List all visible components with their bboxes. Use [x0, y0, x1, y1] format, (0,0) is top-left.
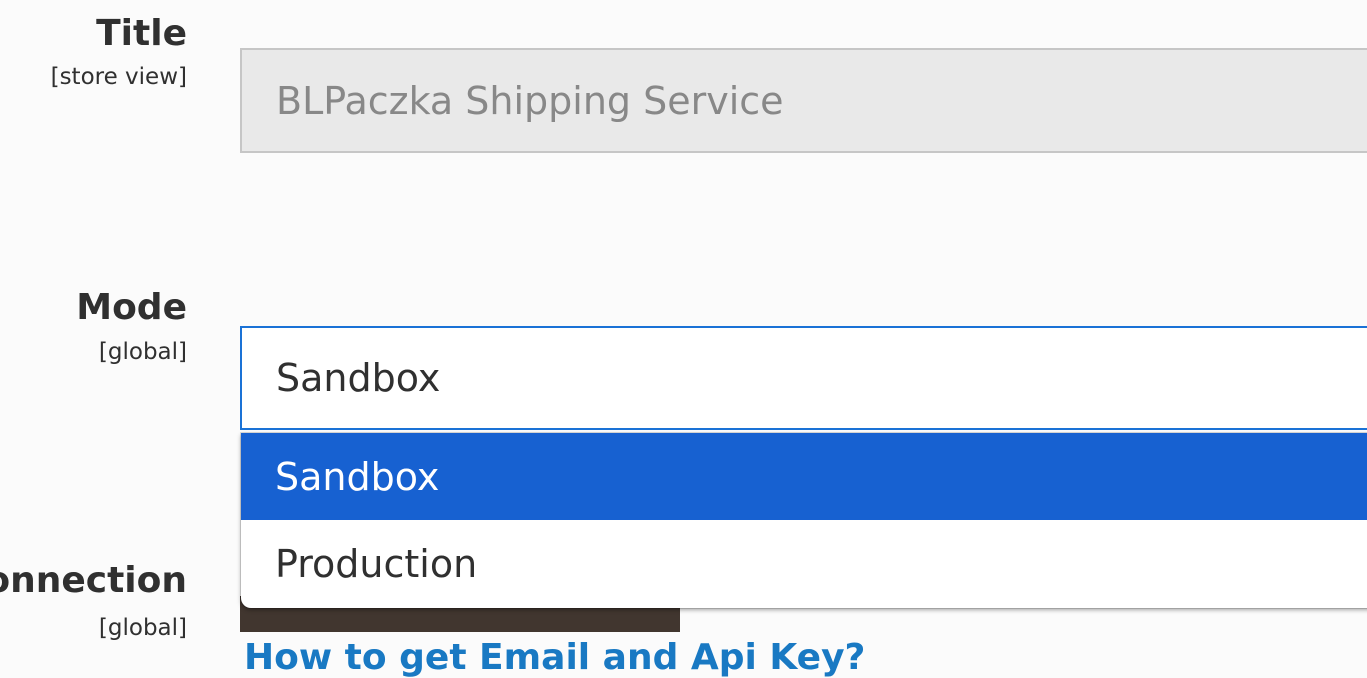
- mode-dropdown-list: Sandbox Production: [241, 433, 1367, 608]
- mode-field-label: Mode: [76, 287, 187, 328]
- mode-select[interactable]: Sandbox: [240, 326, 1367, 430]
- mode-option-production[interactable]: Production: [241, 520, 1367, 607]
- api-key-help-link[interactable]: How to get Email and Api Key?: [244, 640, 865, 676]
- title-field-scope: [store view]: [50, 64, 187, 90]
- mode-select-value: Sandbox: [276, 356, 441, 400]
- title-input[interactable]: BLPaczka Shipping Service: [240, 48, 1367, 153]
- title-field-label: Title: [96, 13, 187, 54]
- mode-field-scope: [global]: [98, 339, 187, 365]
- title-input-value: BLPaczka Shipping Service: [276, 78, 784, 123]
- mode-option-sandbox[interactable]: Sandbox: [241, 433, 1367, 520]
- connection-field-scope: [global]: [98, 615, 187, 641]
- connection-field-label: Connection: [0, 560, 187, 601]
